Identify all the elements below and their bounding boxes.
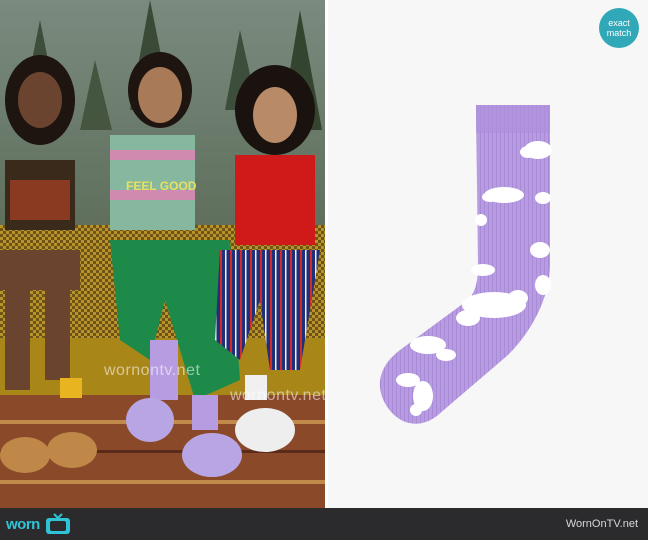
badge-label: match [606,28,632,38]
product-image[interactable] [328,0,648,508]
watermark: wornontv.net [230,387,325,404]
scene-illustration: FEEL GOOD [0,0,325,508]
site-logo[interactable]: worn [6,512,73,536]
site-credit: WornOnTV.net [565,518,638,530]
page: FEEL GOOD wornontv.net wornontv.net exac… [0,0,648,540]
scene-photo: FEEL GOOD wornontv.net wornontv.net [0,0,325,508]
exact-match-badge[interactable]: exact match [599,8,639,48]
shirt-text: FEEL GOOD [126,179,197,193]
tv-icon [45,513,70,534]
watermark: wornontv.net [104,362,201,379]
footer-bar: worn WornOnTV.net [0,508,648,540]
badge-label: exact [608,18,630,28]
sock-illustration [379,105,552,424]
logo-word: worn [6,515,40,533]
